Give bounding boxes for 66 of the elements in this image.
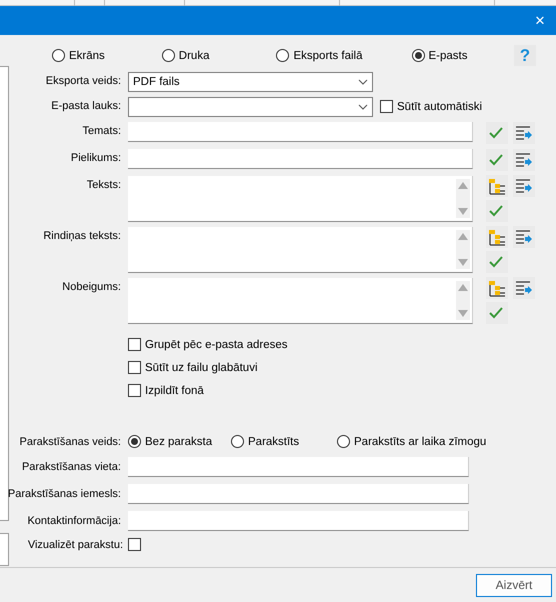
close-button[interactable]: × — [524, 6, 556, 35]
tree-button[interactable] — [486, 175, 508, 197]
text-area[interactable] — [128, 227, 473, 273]
input-field[interactable] — [128, 511, 469, 531]
scroll-up-icon — [458, 233, 468, 240]
text-area[interactable] — [128, 176, 473, 222]
field-label: E-pasta lauks: — [51, 100, 121, 112]
field-label: Teksts: — [86, 179, 121, 191]
close-button[interactable]: Aizvērt — [476, 574, 552, 596]
checkbox-label[interactable]: Sūtīt automātiski — [397, 100, 482, 112]
input-field[interactable] — [128, 122, 473, 142]
list-arrow-icon — [515, 152, 533, 168]
field-label: Nobeigums: — [62, 281, 121, 293]
radio-option[interactable]: Parakstīts ar laika zīmogu — [337, 435, 486, 448]
tree-icon — [488, 228, 506, 246]
field-label: Parakstīšanas iemesls: — [8, 488, 121, 500]
field-label: Kontaktinformācija: — [27, 515, 121, 527]
insert-field-button[interactable] — [513, 175, 535, 197]
input-field[interactable] — [128, 457, 469, 477]
insert-field-button[interactable] — [513, 149, 535, 171]
tree-icon — [488, 178, 506, 194]
field-label: Pielikums: — [70, 152, 121, 164]
list-arrow-icon — [515, 124, 533, 142]
scroll-up-icon — [458, 182, 468, 189]
list-arrow-icon — [515, 228, 533, 246]
tree-button[interactable] — [486, 277, 508, 299]
input-field[interactable] — [128, 484, 469, 504]
confirm-button[interactable] — [486, 122, 508, 144]
tree-icon — [488, 280, 506, 296]
field-label: Rindiņas teksts: — [43, 230, 121, 242]
list-arrow-icon — [515, 178, 533, 194]
list-arrow-icon — [515, 280, 533, 296]
checkbox[interactable] — [128, 384, 141, 397]
checkbox-label[interactable]: Grupēt pēc e-pasta adreses — [145, 338, 288, 350]
checkbox[interactable] — [380, 100, 393, 113]
tree-button[interactable] — [486, 226, 508, 248]
text-area[interactable] — [128, 278, 473, 324]
radio-option[interactable]: Bez paraksta — [128, 435, 231, 448]
field-label: Parakstīšanas vieta: — [22, 461, 121, 473]
field-label: Temats: — [82, 125, 121, 137]
radio-option[interactable]: Parakstīts — [231, 435, 337, 448]
checkbox[interactable] — [128, 338, 141, 351]
field-label: Vizualizēt parakstu: — [28, 538, 123, 550]
scroll-down-icon — [458, 259, 468, 266]
side-panel — [0, 533, 9, 566]
input-field[interactable] — [128, 149, 473, 169]
checkbox-label[interactable]: Izpildīt fonā — [145, 384, 204, 396]
field-label: Eksporta veids: — [46, 75, 121, 87]
checkbox[interactable] — [128, 538, 141, 551]
radio-option[interactable]: Eksports failā — [276, 49, 363, 62]
radio-option[interactable]: Ekrāns — [52, 49, 105, 62]
chevron-down-icon — [358, 103, 368, 111]
insert-field-button[interactable] — [513, 277, 535, 299]
scroll-up-icon — [458, 284, 468, 291]
chevron-down-icon — [358, 78, 368, 86]
dropdown[interactable] — [128, 97, 373, 117]
radio-option[interactable]: E-pasts — [412, 49, 468, 62]
field-label: Parakstīšanas veids: — [20, 436, 121, 448]
checkbox[interactable] — [128, 361, 141, 374]
checkbox-label[interactable]: Sūtīt uz failu glabātuvi — [145, 362, 258, 374]
scroll-down-icon — [458, 208, 468, 215]
insert-field-button[interactable] — [513, 226, 535, 248]
scroll-down-icon — [458, 310, 468, 317]
radio-option[interactable]: Druka — [162, 49, 210, 62]
insert-field-button[interactable] — [513, 122, 535, 144]
dropdown[interactable]: PDF fails — [128, 72, 373, 92]
